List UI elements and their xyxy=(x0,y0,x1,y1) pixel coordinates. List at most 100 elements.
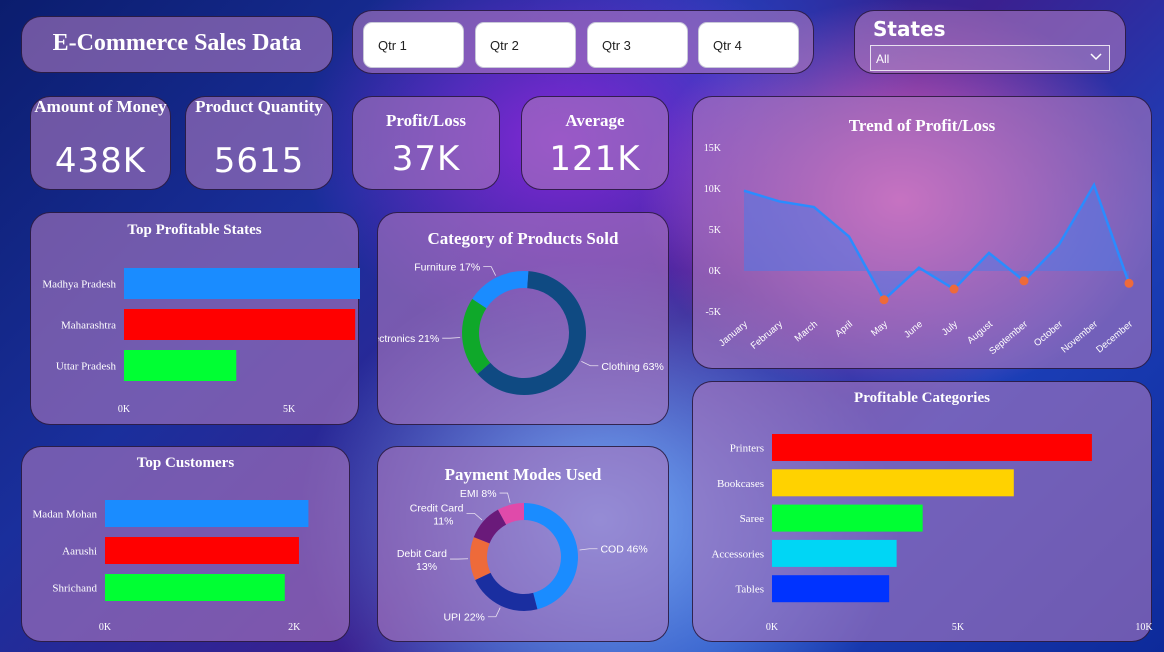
leader-line xyxy=(442,337,461,339)
qtr-4-button[interactable]: Qtr 4 xyxy=(698,22,799,68)
x-tick-label: August xyxy=(965,319,995,347)
slice-label: Credit Card xyxy=(410,502,464,514)
kpi-amount-card: Amount of Money 438K xyxy=(30,96,171,190)
donut-slice[interactable] xyxy=(475,572,538,611)
x-tick-label: 5K xyxy=(283,404,296,415)
bar-label: Accessories xyxy=(711,548,764,560)
bar-label: Madan Mohan xyxy=(33,509,98,521)
states-dropdown-value: All xyxy=(876,52,890,66)
bar[interactable] xyxy=(105,500,309,527)
bar[interactable] xyxy=(124,268,360,299)
bar[interactable] xyxy=(772,504,923,532)
donut-slice[interactable] xyxy=(470,537,491,580)
slice-label: EMI 8% xyxy=(460,488,497,500)
slice-label: Debit Card xyxy=(397,548,447,560)
profitable-categories-card: Profitable Categories Printers Bookcases S… xyxy=(692,381,1153,642)
y-tick-label: 15K xyxy=(704,143,722,154)
page-title: E-Commerce Sales Data xyxy=(52,30,302,56)
top-customers-card: Top Customers Madan Mohan Aarushi Shrichan… xyxy=(21,446,350,642)
x-tick-label: July xyxy=(940,319,960,338)
kpi-average-card: Average 121K xyxy=(521,96,669,190)
slice-label: Electronics 21% xyxy=(378,333,439,345)
kpi-profit-card: Profit/Loss 37K xyxy=(352,96,500,190)
x-tick-label: 5K xyxy=(952,622,965,633)
x-tick-label: 0K xyxy=(99,622,112,633)
kpi-quantity-label: Product Quantity xyxy=(195,97,323,116)
x-tick-label: 2K xyxy=(288,622,301,633)
bar[interactable] xyxy=(772,575,890,603)
negative-marker[interactable] xyxy=(949,284,959,294)
x-tick-label: November xyxy=(1059,319,1100,356)
categories-sold-chart: Clothing 63% Electronics 21% Furniture 17% xyxy=(378,262,664,395)
bar-label: Printers xyxy=(730,443,764,455)
top-customers-chart: Madan Mohan Aarushi Shrichand 0K 2K xyxy=(33,500,309,633)
categories-sold-card: Category of Products Sold Clothing 63%El… xyxy=(377,212,669,425)
slice-label-pct: 13% xyxy=(416,561,437,573)
x-tick-label: January xyxy=(717,319,750,349)
bar[interactable] xyxy=(105,537,299,564)
profit-trend-card: Trend of Profit/Loss 15K 10K 5K 0K -5K Januar… xyxy=(692,96,1152,369)
kpi-average-value: 121K xyxy=(549,139,641,179)
bar-label: Aarushi xyxy=(62,546,97,558)
slice-label: COD 46% xyxy=(600,544,647,556)
x-tick-label: February xyxy=(749,319,785,352)
kpi-amount-value: 438K xyxy=(54,141,147,181)
x-tick-label: 0K xyxy=(766,622,779,633)
negative-marker[interactable] xyxy=(1019,276,1029,286)
y-tick-label: 5K xyxy=(709,225,722,236)
bar[interactable] xyxy=(772,434,1092,461)
bar-label: Shrichand xyxy=(52,583,97,595)
x-tick-label: March xyxy=(793,319,820,344)
trend-area xyxy=(744,184,1129,300)
bar-label: Uttar Pradesh xyxy=(56,361,117,373)
y-tick-label: -5K xyxy=(705,307,721,318)
donut-slice[interactable] xyxy=(462,298,491,375)
states-filter-card: States All xyxy=(854,10,1126,74)
bar-label: Madhya Pradesh xyxy=(42,279,116,291)
bar-label: Maharashtra xyxy=(61,320,116,332)
payment-modes-chart: COD 46% UPI 22% Debit Card13% Credit Card11… xyxy=(397,488,648,624)
bar[interactable] xyxy=(105,574,285,601)
x-tick-label: 0K xyxy=(118,404,131,415)
leader-line xyxy=(581,360,599,367)
slice-label: Clothing 63% xyxy=(601,361,663,373)
x-tick-label: May xyxy=(869,319,890,339)
x-tick-label: June xyxy=(902,319,925,341)
kpi-profit-value: 37K xyxy=(391,139,461,179)
kpi-quantity-value: 5615 xyxy=(213,141,305,181)
payment-modes-card: Payment Modes Used COD 46% UPI 22% Debit C… xyxy=(377,446,669,642)
x-tick-label: December xyxy=(1094,319,1135,356)
negative-marker[interactable] xyxy=(879,295,889,305)
states-dropdown[interactable]: All xyxy=(870,45,1110,71)
kpi-average-label: Average xyxy=(565,111,625,130)
bar-label: Saree xyxy=(740,513,765,525)
y-tick-label: 10K xyxy=(704,184,722,195)
kpi-amount-label: Amount of Money xyxy=(34,97,167,116)
bar[interactable] xyxy=(772,469,1014,497)
leader-line xyxy=(499,492,511,503)
slice-label: Furniture 17% xyxy=(414,262,480,274)
leader-line xyxy=(483,266,497,276)
chevron-down-icon xyxy=(1089,49,1103,68)
qtr-1-button[interactable]: Qtr 1 xyxy=(363,22,464,68)
kpi-profit-label: Profit/Loss xyxy=(386,111,466,130)
qtr-3-button[interactable]: Qtr 3 xyxy=(587,22,688,68)
x-tick-label: 10K xyxy=(1135,622,1153,633)
title-card: E-Commerce Sales Data xyxy=(21,16,333,73)
negative-marker[interactable] xyxy=(1124,278,1134,288)
donut-slice[interactable] xyxy=(472,271,529,309)
slice-label-pct: 11% xyxy=(433,515,453,527)
y-tick-label: 0K xyxy=(709,266,722,277)
bar-label: Bookcases xyxy=(717,478,764,490)
profitable-categories-chart: Printers Bookcases Saree Accessories Tables 0… xyxy=(711,434,1153,633)
bar[interactable] xyxy=(772,539,897,567)
profit-trend-chart: 15K 10K 5K 0K -5KJanuaryFebruary March April Ma… xyxy=(704,143,1135,357)
slice-label: UPI 22% xyxy=(443,612,484,624)
qtr-2-button[interactable]: Qtr 2 xyxy=(475,22,576,68)
x-tick-label: September xyxy=(987,319,1030,357)
leader-line xyxy=(487,607,501,618)
bar[interactable] xyxy=(124,350,237,381)
bar-label: Tables xyxy=(735,584,764,596)
bar[interactable] xyxy=(124,309,356,340)
x-tick-label: October xyxy=(1032,319,1065,349)
